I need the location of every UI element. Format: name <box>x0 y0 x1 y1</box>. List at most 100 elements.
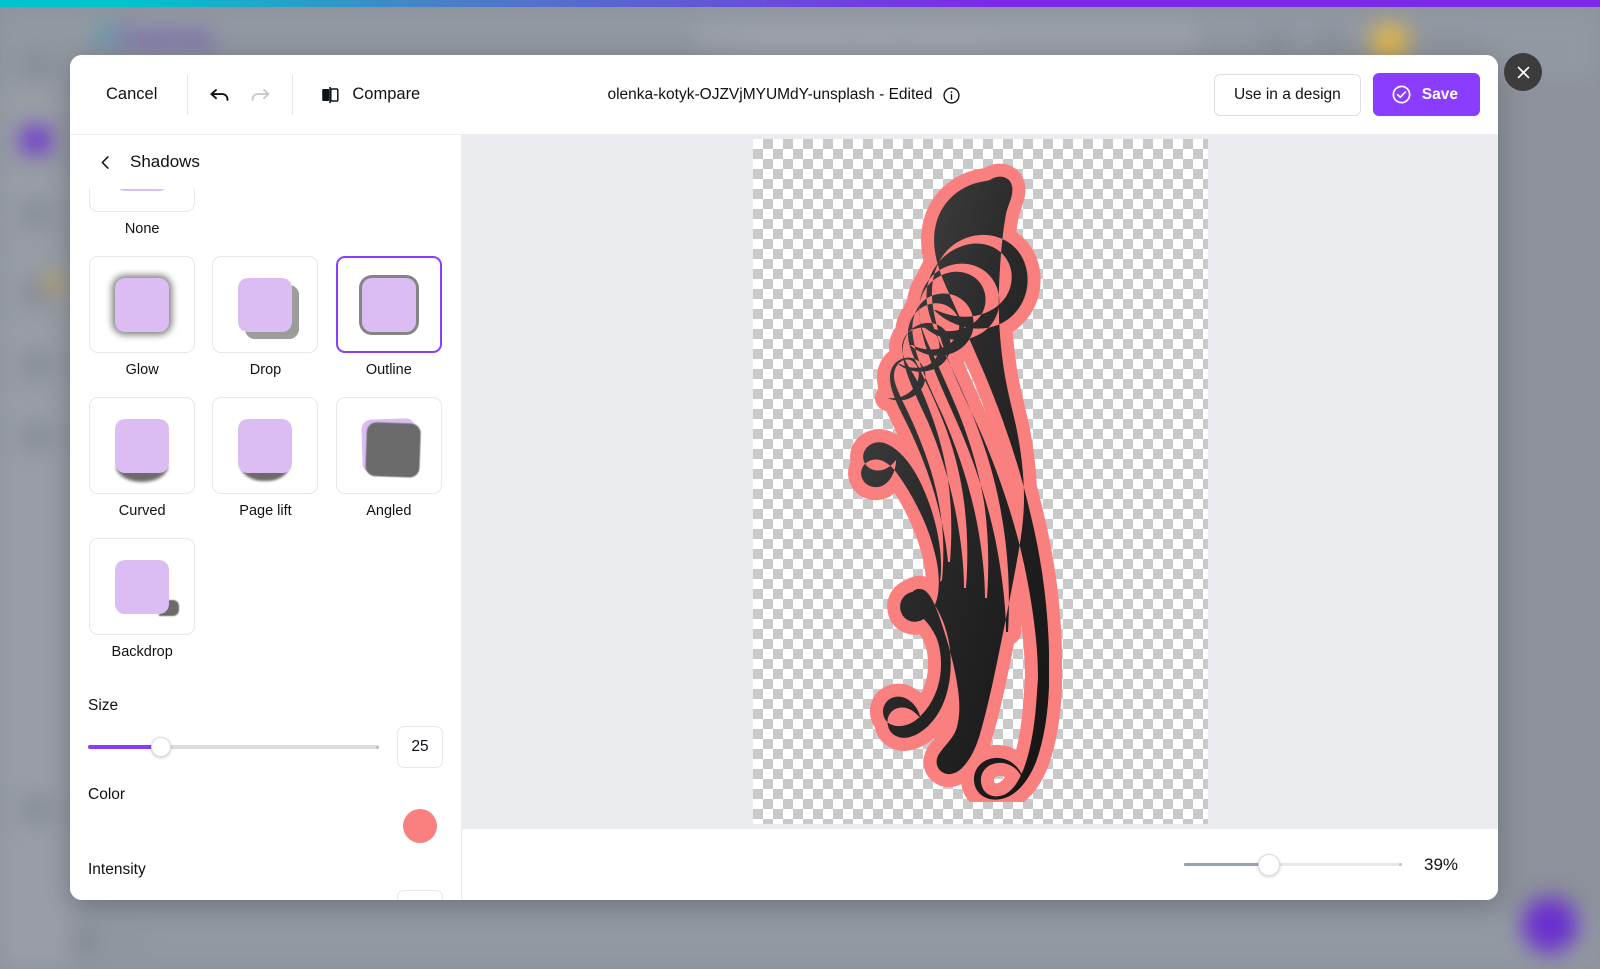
shadow-preset-none[interactable]: None <box>86 189 198 256</box>
background-sidebar-label: Elements <box>15 309 57 320</box>
shadow-color-swatch[interactable] <box>403 809 437 843</box>
shadow-preset-backdrop[interactable]: Backdrop <box>86 538 198 679</box>
shadow-preset-angled[interactable]: Angled <box>333 397 445 538</box>
preset-tile[interactable] <box>89 397 196 494</box>
preset-label: Glow <box>125 362 159 378</box>
preset-tile[interactable] <box>212 256 319 353</box>
preset-swatch-angled <box>360 417 417 474</box>
background-sidebar-label: Pro templates <box>5 157 67 168</box>
editor-body: Shadows None Glow Drop Outline Curved Pa… <box>70 135 1498 900</box>
close-icon <box>1517 66 1529 78</box>
background-bottom-bar <box>72 911 1600 969</box>
cancel-button[interactable]: Cancel <box>88 76 175 113</box>
preset-tile[interactable] <box>89 256 196 353</box>
preset-tile[interactable] <box>212 397 319 494</box>
zoom-thumb[interactable] <box>1258 853 1281 876</box>
info-icon <box>942 86 960 104</box>
save-label: Save <box>1421 85 1458 103</box>
pages-icon <box>72 929 98 955</box>
shadow-preset-outline[interactable]: Outline <box>333 256 445 397</box>
preset-swatch-pagelift <box>238 418 293 473</box>
crown-icon <box>21 127 51 153</box>
size-value-input[interactable]: 25 <box>397 726 443 768</box>
redo-icon <box>251 88 270 101</box>
background-top-gradient-strip <box>0 0 1600 7</box>
preset-label: Outline <box>365 362 412 378</box>
intensity-label: Intensity <box>88 861 146 878</box>
panel-back-button[interactable] <box>90 147 120 177</box>
panel-header: Shadows <box>70 135 461 189</box>
background-sidebar-label: Templates <box>13 83 59 94</box>
shadow-preset-pagelift[interactable]: Page lift <box>209 397 321 538</box>
zoom-start-tick <box>1184 863 1187 866</box>
shadow-preset-grid: None Glow Drop Outline Curved Page lift … <box>86 189 445 679</box>
redo-button[interactable] <box>240 75 280 115</box>
bell-icon <box>1318 30 1342 54</box>
preset-label: Drop <box>249 362 282 378</box>
close-button[interactable] <box>1504 53 1542 91</box>
preset-tile[interactable] <box>89 189 196 212</box>
preset-tile-selected[interactable] <box>335 256 442 353</box>
size-label: Size <box>88 697 119 714</box>
editor-topbar: Cancel Compare olenka-kotyk-OJZVjMYUMdY-… <box>70 55 1498 135</box>
background-sidebar-label: Draw <box>24 453 48 464</box>
document-title: olenka-kotyk-OJZVjMYUMdY-unsplash - Edit… <box>607 86 933 103</box>
background-sidebar: Templates Pro templates Text to Image El… <box>0 53 72 969</box>
compare-label: Compare <box>352 85 421 103</box>
slider-thumb[interactable] <box>150 737 171 757</box>
shadow-controls: Size 25 Color Intensity <box>86 697 445 900</box>
canvas-stage[interactable] <box>462 135 1498 828</box>
grid-icon <box>1264 30 1288 54</box>
shadows-panel: Shadows None Glow Drop Outline Curved Pa… <box>70 135 462 900</box>
background-help-fab <box>1522 897 1578 953</box>
divider <box>292 74 294 115</box>
undo-icon <box>210 88 229 101</box>
templates-icon <box>21 53 51 79</box>
panel-scroll-region[interactable]: None Glow Drop Outline Curved Page lift … <box>70 189 461 900</box>
background-account-label: Personal <box>1420 30 1476 46</box>
undo-button[interactable] <box>200 75 240 115</box>
info-button[interactable] <box>942 86 961 105</box>
preset-swatch-none <box>115 189 170 191</box>
preset-label: Curved <box>118 503 166 519</box>
canvas-area: 39% <box>462 135 1498 900</box>
zoom-end-tick <box>1399 863 1402 866</box>
upload-icon <box>21 351 51 377</box>
zoom-percentage-label: 39% <box>1424 854 1459 874</box>
background-logo: CCanva <box>95 18 213 55</box>
save-button[interactable]: Save <box>1372 73 1480 116</box>
zoom-slider[interactable] <box>1184 853 1402 876</box>
color-control-row <box>88 809 443 843</box>
panel-title: Shadows <box>130 152 200 171</box>
shadow-preset-curved[interactable]: Curved <box>86 397 198 538</box>
compare-button[interactable]: Compare <box>305 76 434 114</box>
image-layer[interactable] <box>753 139 1208 824</box>
check-circle-icon <box>1392 85 1411 104</box>
magic-icon <box>21 201 51 227</box>
preset-swatch-backdrop <box>115 559 170 614</box>
intensity-value-input[interactable]: 100 <box>397 890 443 900</box>
use-in-a-design-button[interactable]: Use in a design <box>1213 73 1361 116</box>
preset-label: Backdrop <box>111 644 173 660</box>
preset-swatch-glow <box>115 277 170 332</box>
background-sidebar-label: Text to Image <box>5 231 67 242</box>
pen-icon <box>21 423 51 449</box>
size-slider[interactable] <box>88 737 379 757</box>
preset-swatch-outline <box>361 277 416 332</box>
preset-label: Angled <box>366 503 412 519</box>
size-control-row: 25 <box>88 726 443 768</box>
preset-tile[interactable] <box>335 397 442 494</box>
topbar-actions: Use in a design Save <box>1213 73 1498 116</box>
shadow-preset-glow[interactable]: Glow <box>86 256 198 397</box>
background-search-placeholder: Search designs, Folders, and uploads <box>748 31 984 47</box>
background-brand-text: Canva <box>117 18 213 55</box>
image-editor-modal: Cancel Compare olenka-kotyk-OJZVjMYUMdY-… <box>70 55 1498 900</box>
preset-tile[interactable] <box>89 538 196 635</box>
color-label: Color <box>88 786 126 803</box>
zoom-fill <box>1184 862 1270 866</box>
zoom-bar: 39% <box>462 828 1498 900</box>
artboard-transparent-checkerboard[interactable] <box>752 139 1208 824</box>
background-sidebar-label: Mockups <box>15 825 56 836</box>
divider <box>187 74 189 115</box>
shadow-preset-drop[interactable]: Drop <box>209 256 321 397</box>
